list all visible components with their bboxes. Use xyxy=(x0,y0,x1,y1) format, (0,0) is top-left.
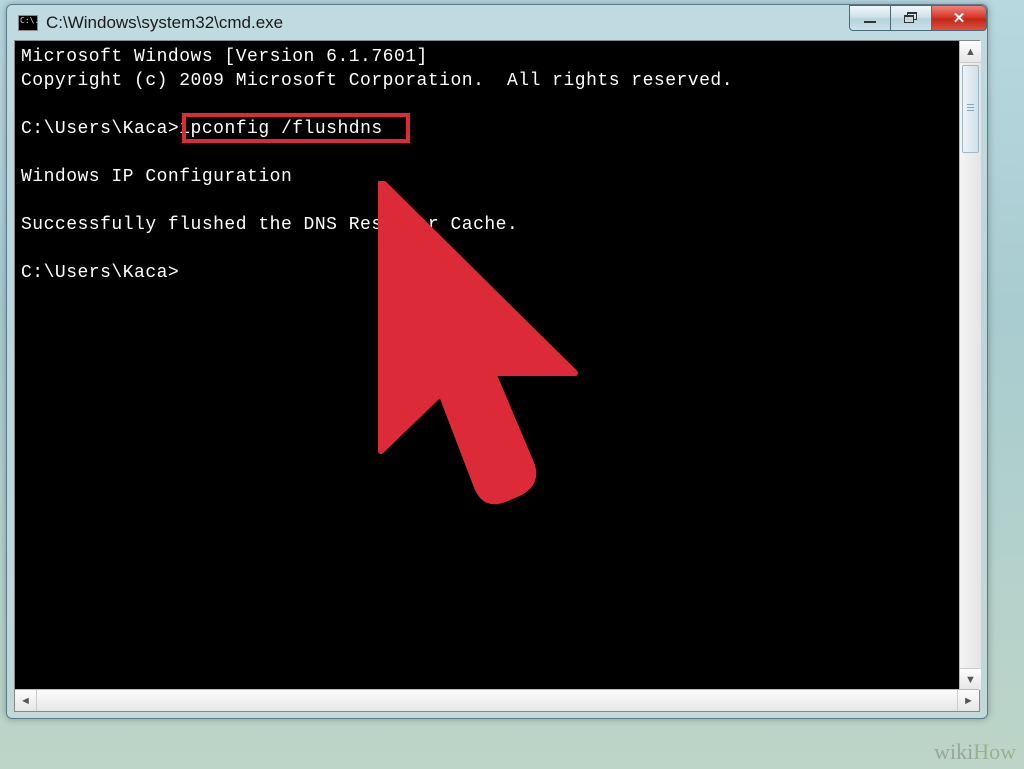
console-line: Microsoft Windows [Version 6.1.7601] xyxy=(21,47,428,67)
scroll-right-arrow-icon[interactable]: ► xyxy=(957,690,979,711)
client-area: Microsoft Windows [Version 6.1.7601] Cop… xyxy=(14,40,980,712)
console-prompt: C:\Users\Kaca> xyxy=(21,263,179,283)
window-controls: ✕ xyxy=(850,5,987,31)
restore-icon xyxy=(904,12,918,24)
horizontal-scrollbar[interactable]: ◄ ► xyxy=(15,689,979,711)
vertical-scrollbar[interactable]: ▲ ▼ xyxy=(959,41,981,690)
maximize-button[interactable] xyxy=(890,5,932,31)
cmd-window: C:\. C:\Windows\system32\cmd.exe ✕ Micro… xyxy=(6,4,988,719)
window-title: C:\Windows\system32\cmd.exe xyxy=(46,13,283,33)
minimize-button[interactable] xyxy=(849,5,891,31)
vertical-scroll-thumb[interactable] xyxy=(962,65,979,153)
console-prompt: C:\Users\Kaca> xyxy=(21,119,179,139)
scroll-up-arrow-icon[interactable]: ▲ xyxy=(960,41,981,63)
minimize-icon xyxy=(864,21,876,23)
cmd-app-icon: C:\. xyxy=(18,15,38,31)
scroll-down-arrow-icon[interactable]: ▼ xyxy=(960,668,981,690)
scroll-left-arrow-icon[interactable]: ◄ xyxy=(15,690,37,711)
close-icon: ✕ xyxy=(953,9,966,27)
console-output[interactable]: Microsoft Windows [Version 6.1.7601] Cop… xyxy=(15,41,959,690)
console-command: ipconfig /flushdns xyxy=(179,119,382,139)
title-bar[interactable]: C:\. C:\Windows\system32\cmd.exe ✕ xyxy=(14,12,980,40)
close-button[interactable]: ✕ xyxy=(931,5,987,31)
console-line: Successfully flushed the DNS Resolver Ca… xyxy=(21,215,518,235)
console-line: Windows IP Configuration xyxy=(21,167,292,187)
watermark-how: How xyxy=(973,739,1016,764)
console-line: Copyright (c) 2009 Microsoft Corporation… xyxy=(21,71,733,91)
watermark-text: wikiHow xyxy=(934,739,1016,765)
watermark-wiki: wiki xyxy=(934,739,973,764)
console-frame: Microsoft Windows [Version 6.1.7601] Cop… xyxy=(15,41,981,690)
